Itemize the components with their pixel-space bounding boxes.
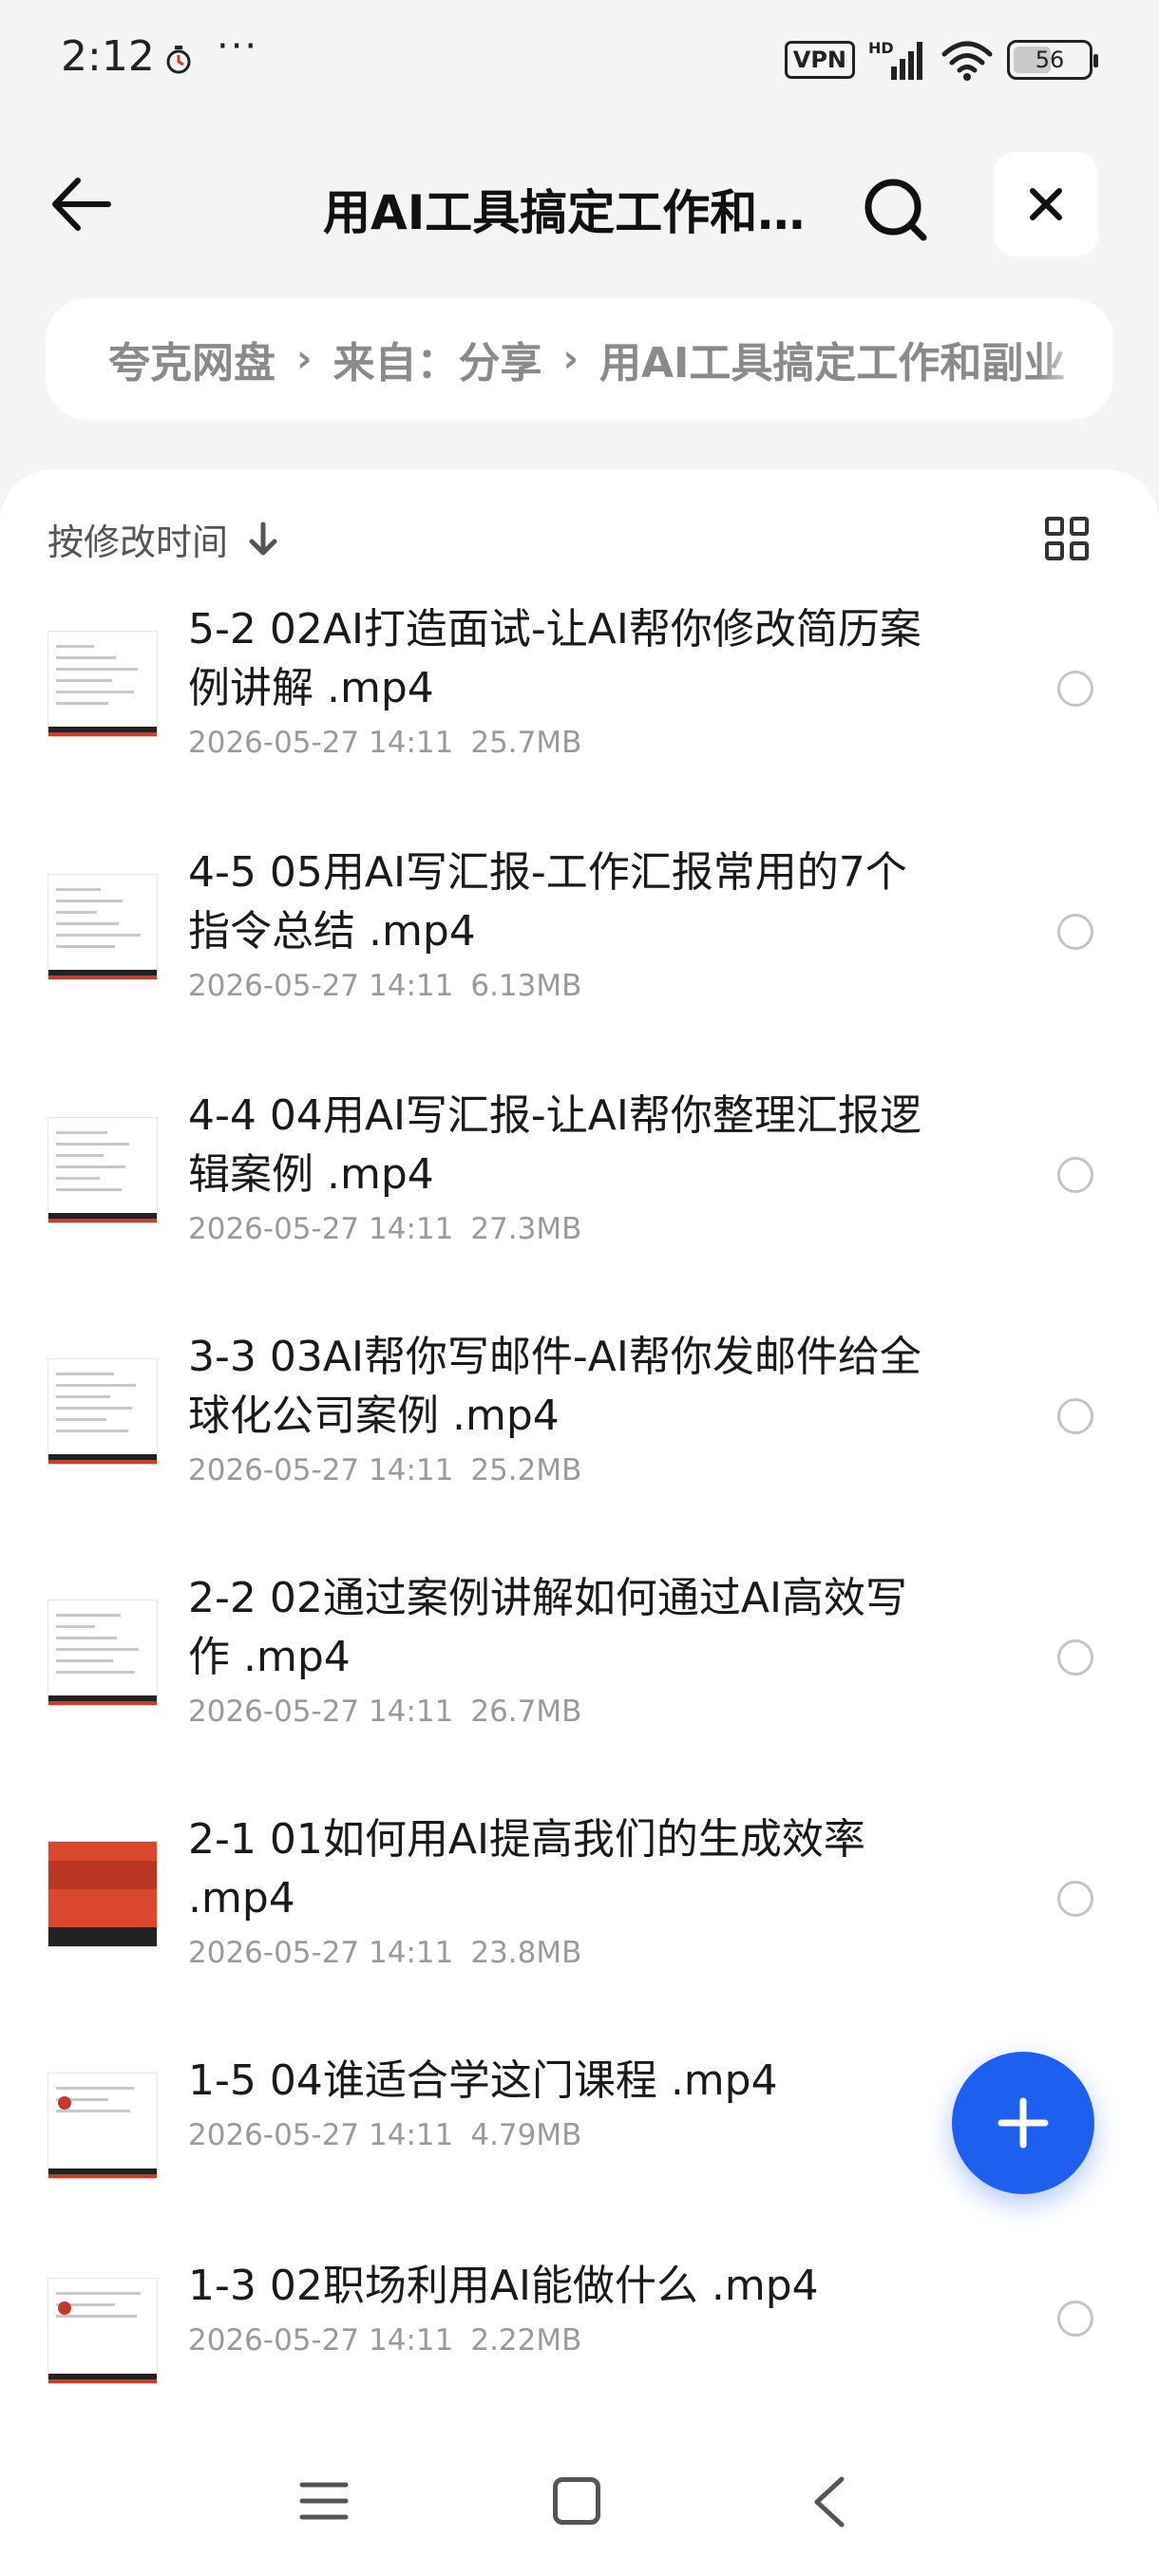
select-radio[interactable]: [1057, 1157, 1093, 1193]
grid-view-icon-cell: [1070, 541, 1089, 560]
breadcrumb-item-current[interactable]: 用AI工具搞定工作和副业: [599, 329, 1065, 389]
file-meta: 2026-05-27 14:11 26.7MB: [188, 1695, 581, 1729]
file-row[interactable]: 1-3 02职场利用AI能做什么 .mp4 2026-05-27 14:11 2.2…: [0, 2228, 1159, 2447]
file-size: 25.7MB: [470, 726, 582, 760]
chevron-right-icon: ›: [296, 337, 313, 381]
file-date: 2026-05-27 14:11: [188, 1936, 454, 1970]
file-size: 26.7MB: [470, 1695, 582, 1729]
system-nav-bar: [0, 2432, 1159, 2576]
select-radio[interactable]: [1057, 671, 1093, 707]
file-meta: 2026-05-27 14:11 4.79MB: [188, 2118, 581, 2152]
svg-text:HD: HD: [868, 39, 894, 57]
file-meta: 2026-05-27 14:11 25.7MB: [188, 726, 581, 760]
file-size: 6.13MB: [470, 969, 582, 1003]
file-row[interactable]: 2-1 01如何用AI提高我们的生成效率 .mp4 2026-05-27 14:1…: [0, 1803, 1159, 2021]
file-size: 23.8MB: [470, 1936, 582, 1970]
file-size: 25.2MB: [470, 1453, 582, 1487]
video-thumbnail: [48, 631, 158, 737]
more-notifications-icon: ···: [217, 25, 259, 68]
file-row[interactable]: 5-2 02AI打造面试-让AI帮你修改简历案例讲解 .mp4 2026-05-2…: [0, 593, 1159, 811]
search-icon: [864, 179, 927, 241]
file-name: 5-2 02AI打造面试-让AI帮你修改简历案例讲解 .mp4: [188, 605, 922, 712]
home-icon[interactable]: [553, 2477, 600, 2525]
file-row[interactable]: 4-5 05用AI写汇报-工作汇报常用的7个指令总结 .mp4 2026-05-2…: [0, 836, 1159, 1054]
menu-icon[interactable]: [298, 2477, 350, 2525]
file-name: 4-5 05用AI写汇报-工作汇报常用的7个指令总结 .mp4: [188, 848, 907, 956]
file-panel: 按修改时间 5-2 02AI打造面试-让AI帮你修改简历案例讲解 .mp4 202…: [0, 469, 1159, 2576]
file-name: 3-3 03AI帮你写邮件-AI帮你发邮件给全球化公司案例 .mp4: [188, 1333, 922, 1440]
arrow-down-icon: [249, 521, 277, 555]
grid-view-button[interactable]: [1045, 517, 1089, 560]
file-date: 2026-05-27 14:11: [188, 726, 454, 760]
select-radio[interactable]: [1057, 1881, 1093, 1917]
file-name: 4-4 04用AI写汇报-让AI帮你整理汇报逻辑案例 .mp4: [188, 1091, 922, 1199]
grid-view-icon-cell: [1070, 517, 1089, 536]
battery-level: 56: [1035, 47, 1065, 73]
file-meta: 2026-05-27 14:11 6.13MB: [188, 969, 581, 1003]
file-meta: 2026-05-27 14:11 27.3MB: [188, 1212, 581, 1246]
file-row[interactable]: 2-2 02通过案例讲解如何通过AI高效写作 .mp4 2026-05-27 14…: [0, 1562, 1159, 1780]
file-size: 27.3MB: [470, 1212, 582, 1246]
video-thumbnail: [48, 874, 158, 980]
status-time: 2:12: [61, 32, 155, 81]
close-button[interactable]: [994, 152, 1098, 256]
header: 用AI工具搞定工作和…: [0, 142, 1159, 266]
file-name: 1-5 04谁适合学这门课程 .mp4: [188, 2056, 778, 2105]
battery-tip: [1093, 54, 1098, 67]
sort-button[interactable]: 按修改时间: [48, 513, 279, 565]
file-date: 2026-05-27 14:11: [188, 2323, 454, 2358]
breadcrumb: 夸克网盘 › 来自：分享 › 用AI工具搞定工作和副业: [46, 298, 1113, 420]
file-name: 1-3 02职场利用AI能做什么 .mp4: [188, 2262, 819, 2310]
wifi-icon: [941, 41, 993, 81]
video-thumbnail: [48, 2073, 158, 2179]
file-row[interactable]: 3-3 03AI帮你写邮件-AI帮你发邮件给全球化公司案例 .mp4 2026-0…: [0, 1320, 1159, 1539]
video-thumbnail: [48, 1600, 158, 1706]
add-button[interactable]: [952, 2052, 1094, 2194]
page-title: 用AI工具搞定工作和…: [323, 185, 806, 240]
grid-view-icon-cell: [1045, 541, 1064, 560]
back-chevron-icon[interactable]: [804, 2473, 855, 2530]
video-thumbnail: [48, 2278, 158, 2384]
timer-icon: [166, 46, 191, 74]
signal-icon: HD: [868, 39, 922, 80]
file-size: 2.22MB: [470, 2323, 582, 2358]
status-indicators: VPN HD 56: [784, 38, 1098, 82]
close-icon: [1030, 188, 1062, 220]
search-button[interactable]: [855, 169, 935, 249]
breadcrumb-fade: [1037, 298, 1113, 420]
file-row[interactable]: 4-4 04用AI写汇报-让AI帮你整理汇报逻辑案例 .mp4 2026-05-2…: [0, 1079, 1159, 1297]
grid-view-icon: [1045, 517, 1064, 536]
select-radio[interactable]: [1057, 1398, 1093, 1434]
file-meta: 2026-05-27 14:11 25.2MB: [188, 1453, 581, 1487]
plus-icon: [998, 2097, 1049, 2149]
file-meta: 2026-05-27 14:11 23.8MB: [188, 1936, 581, 1970]
video-thumbnail: [48, 1358, 158, 1465]
select-radio[interactable]: [1057, 1639, 1093, 1676]
breadcrumb-item-share[interactable]: 来自：分享: [332, 329, 542, 389]
select-radio[interactable]: [1057, 2301, 1093, 2337]
file-size: 4.79MB: [470, 2118, 582, 2152]
file-date: 2026-05-27 14:11: [188, 969, 454, 1003]
file-date: 2026-05-27 14:11: [188, 1695, 454, 1729]
chevron-right-icon: ›: [562, 337, 579, 381]
video-thumbnail: [48, 1117, 158, 1223]
file-date: 2026-05-27 14:11: [188, 1453, 454, 1487]
back-button[interactable]: [46, 171, 122, 237]
select-radio[interactable]: [1057, 914, 1093, 950]
file-date: 2026-05-27 14:11: [188, 2118, 454, 2152]
video-thumbnail: [48, 1841, 158, 1947]
battery-icon: 56: [1007, 40, 1098, 80]
breadcrumb-item-root[interactable]: 夸克网盘: [108, 329, 276, 389]
vpn-badge: VPN: [784, 41, 855, 79]
sort-label: 按修改时间: [48, 521, 229, 563]
file-name: 2-1 01如何用AI提高我们的生成效率 .mp4: [188, 1815, 865, 1923]
arrow-left-icon: [52, 178, 111, 231]
status-bar: 2:12 ··· VPN HD 56: [0, 0, 1159, 125]
file-date: 2026-05-27 14:11: [188, 1212, 454, 1246]
file-name: 2-2 02通过案例讲解如何通过AI高效写作 .mp4: [188, 1574, 907, 1681]
file-meta: 2026-05-27 14:11 2.22MB: [188, 2323, 581, 2358]
